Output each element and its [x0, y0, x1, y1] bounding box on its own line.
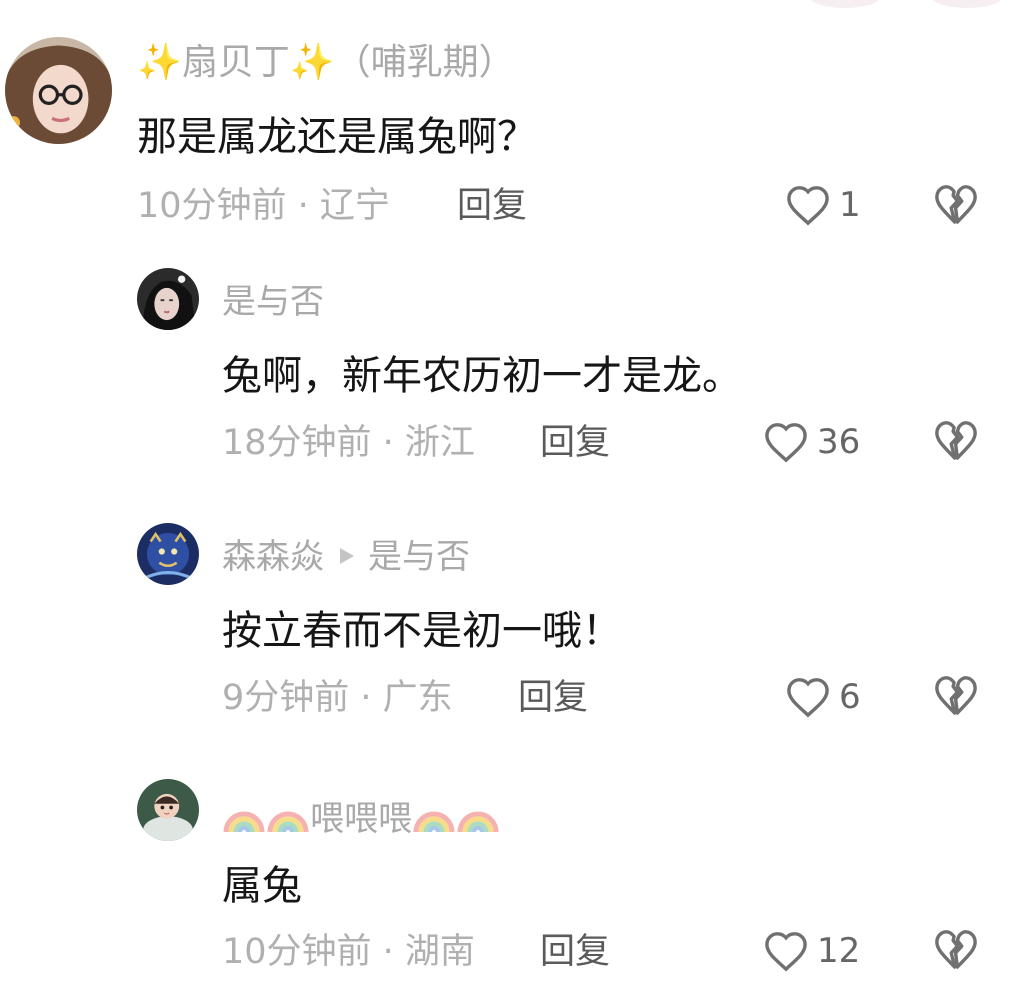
- rainbow-icon: [413, 811, 455, 833]
- reply-button[interactable]: 回复: [457, 189, 527, 224]
- heart-outline-icon: [765, 423, 807, 463]
- like-count: 1: [839, 185, 861, 225]
- dislike-button[interactable]: [933, 674, 979, 718]
- rainbow-icon: [457, 811, 499, 833]
- top-partial-element: [810, 0, 880, 8]
- username-row[interactable]: ✨扇贝丁✨（哺乳期）: [137, 45, 515, 81]
- username-row[interactable]: 喂喂喂: [222, 794, 500, 836]
- like-count: 36: [817, 422, 861, 462]
- username[interactable]: 喂喂喂: [310, 799, 412, 839]
- user-badge: （哺乳期）: [334, 42, 515, 83]
- broken-heart-icon: [935, 185, 977, 224]
- username-row: 森森焱 是与否: [222, 540, 470, 574]
- reply-to-username[interactable]: 是与否: [368, 537, 470, 577]
- dislike-button[interactable]: [933, 419, 979, 463]
- heart-outline-icon: [765, 932, 807, 972]
- comment-text: 那是属龙还是属兔啊？: [137, 114, 537, 160]
- like-count: 6: [839, 677, 861, 717]
- like-button[interactable]: 1: [785, 184, 861, 226]
- username[interactable]: 扇贝丁: [182, 42, 290, 83]
- broken-heart-icon: [935, 421, 977, 460]
- like-button[interactable]: 6: [785, 676, 861, 718]
- avatar[interactable]: [137, 523, 199, 585]
- rainbow-icon: [223, 811, 265, 833]
- like-button[interactable]: 12: [763, 930, 860, 972]
- broken-heart-icon: [935, 930, 977, 969]
- heart-outline-icon: [787, 678, 829, 718]
- comment-text: 兔啊，新年农历初一才是龙。: [222, 353, 742, 399]
- reply-arrow-icon: [340, 548, 354, 564]
- like-count: 12: [817, 931, 861, 971]
- reply-button[interactable]: 回复: [518, 681, 588, 716]
- comment-meta: 9分钟前 · 广东: [222, 678, 453, 718]
- reply-button[interactable]: 回复: [540, 935, 610, 970]
- heart-outline-icon: [787, 186, 829, 226]
- broken-heart-icon: [935, 676, 977, 715]
- avatar[interactable]: [5, 37, 112, 144]
- sparkle-icon: ✨: [137, 42, 182, 83]
- comment-meta: 18分钟前 · 浙江: [222, 423, 475, 463]
- top-partial-element: [932, 0, 1002, 8]
- dislike-button[interactable]: [933, 183, 979, 227]
- comment-text: 属兔: [222, 863, 302, 909]
- username[interactable]: 是与否: [222, 285, 324, 319]
- comment-meta: 10分钟前 · 辽宁: [137, 186, 390, 226]
- username[interactable]: 森森焱: [222, 537, 324, 577]
- like-button[interactable]: 36: [763, 421, 860, 463]
- comment-meta: 10分钟前 · 湖南: [222, 932, 475, 972]
- reply-button[interactable]: 回复: [540, 426, 610, 461]
- rainbow-icon: [267, 811, 309, 833]
- sparkle-icon: ✨: [289, 42, 335, 83]
- comment-text: 按立春而不是初一哦！: [222, 608, 622, 654]
- avatar[interactable]: [137, 268, 199, 330]
- dislike-button[interactable]: [933, 928, 979, 972]
- avatar[interactable]: [137, 779, 199, 841]
